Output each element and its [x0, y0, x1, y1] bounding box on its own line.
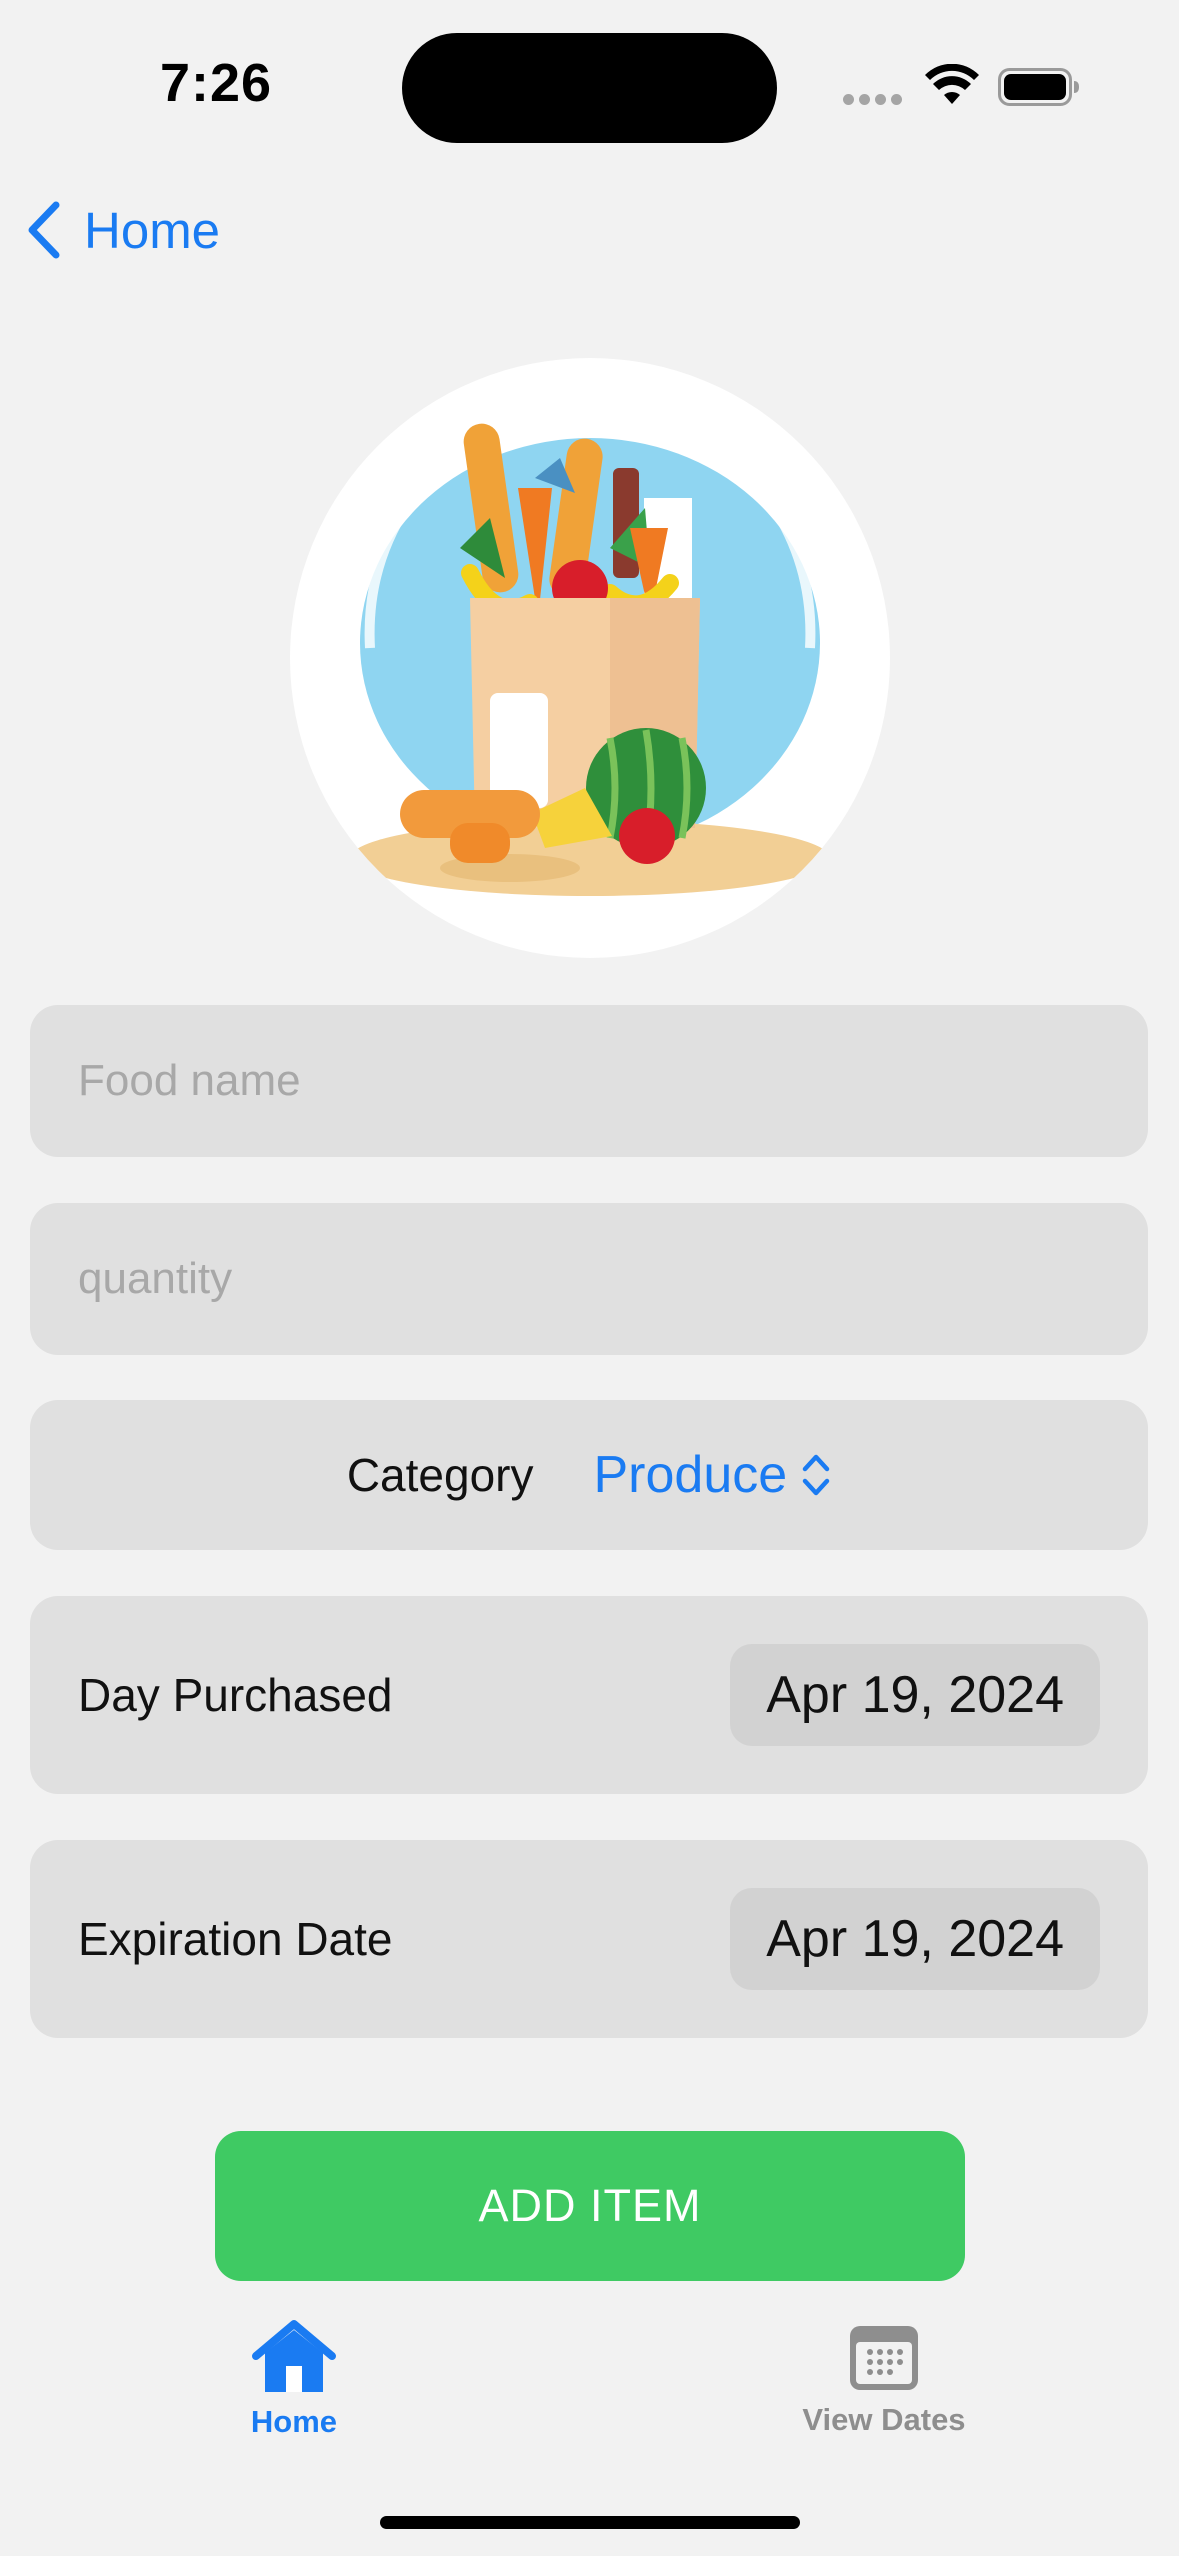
day-purchased-label: Day Purchased [78, 1669, 393, 1721]
back-button[interactable]: Home [24, 195, 220, 265]
tab-view-dates-label: View Dates [802, 2402, 966, 2437]
tab-home-label: Home [250, 2404, 338, 2439]
category-label: Category [346, 1449, 534, 1501]
grocery-bag-illustration [290, 358, 890, 958]
status-time: 7:26 [160, 53, 273, 113]
chevron-up-down-icon [802, 1454, 830, 1496]
food-name-input[interactable] [30, 1005, 1148, 1157]
expiration-date-row: Expiration Date Apr 19, 2024 [30, 1840, 1148, 2038]
food-name-field[interactable] [30, 1005, 1148, 1157]
calendar-icon [850, 2326, 918, 2390]
dynamic-island [402, 33, 777, 143]
category-picker[interactable]: Produce [593, 1445, 831, 1505]
category-value: Produce [593, 1446, 788, 1504]
tab-view-dates[interactable]: View Dates [754, 2320, 1014, 2460]
expiration-date-picker[interactable]: Apr 19, 2024 [730, 1888, 1100, 1990]
day-purchased-row: Day Purchased Apr 19, 2024 [30, 1596, 1148, 1794]
back-button-label: Home [84, 201, 221, 259]
battery-icon [998, 68, 1079, 106]
expiration-date-label: Expiration Date [78, 1913, 393, 1965]
chevron-left-icon [28, 201, 60, 259]
home-indicator [380, 2516, 800, 2529]
house-icon [252, 2320, 336, 2392]
wifi-icon [925, 64, 979, 104]
quantity-input[interactable] [30, 1203, 1148, 1355]
category-row: Category Produce [30, 1400, 1148, 1550]
quantity-field[interactable] [30, 1203, 1148, 1355]
day-purchased-date-picker[interactable]: Apr 19, 2024 [730, 1644, 1100, 1746]
add-item-button[interactable]: ADD ITEM [215, 2131, 965, 2281]
tab-home[interactable]: Home [164, 2320, 424, 2460]
cellular-signal-icon [843, 92, 907, 110]
